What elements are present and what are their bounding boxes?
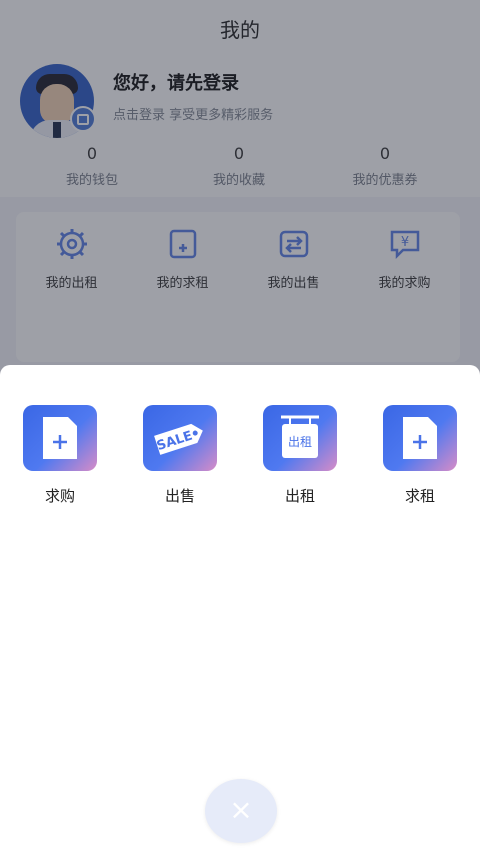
action-rent-out[interactable]: 出租 出租 (250, 405, 350, 506)
rent-sign-icon: 出租 (263, 405, 337, 471)
action-buy-request[interactable]: 求购 (10, 405, 110, 506)
action-sell[interactable]: SALE 出售 (130, 405, 230, 506)
rent-sign-text: 出租 (288, 435, 312, 449)
action-label: 出租 (284, 487, 315, 505)
close-button[interactable]: × (205, 779, 277, 843)
document-plus-icon (383, 405, 457, 471)
action-rent-request[interactable]: 求租 (370, 405, 470, 506)
action-label: 出售 (164, 487, 195, 505)
close-icon: × (229, 793, 253, 826)
sale-tag-icon: SALE (143, 405, 217, 471)
action-label: 求购 (44, 487, 75, 505)
document-plus-icon (23, 405, 97, 471)
action-label: 求租 (404, 487, 435, 505)
